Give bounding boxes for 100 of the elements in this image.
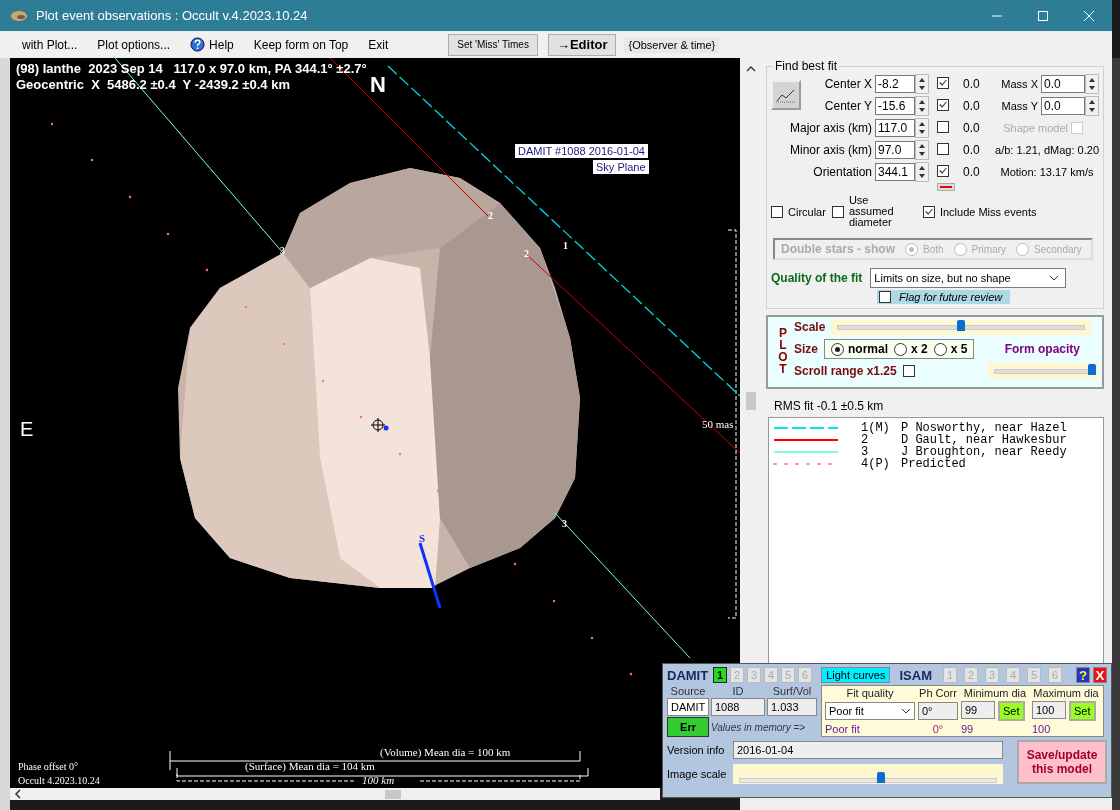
minimum-diameter-field[interactable]: 99 [961, 701, 995, 719]
up-down-arrows-icon[interactable] [915, 118, 929, 138]
number-field[interactable]: -8.2 [875, 75, 915, 93]
checkbox[interactable] [937, 164, 949, 177]
orientation-marker [937, 183, 955, 191]
chart-icon-button[interactable] [771, 80, 801, 110]
option-label: normal [848, 342, 889, 356]
radio-button[interactable] [905, 242, 919, 256]
offset-value: 0.0 [963, 143, 981, 157]
light-curves-button[interactable]: Light curves [821, 667, 891, 683]
volume-diameter: (Volume) Mean dia = 100 km [380, 746, 511, 758]
scroll-range-label: Scroll range x1.25 [794, 364, 897, 378]
save-model-button[interactable]: Save/update this model [1017, 740, 1107, 784]
version-field[interactable]: 2016-01-04 [733, 740, 1003, 759]
radio-button[interactable] [894, 342, 908, 356]
menu-item[interactable]: with Plot... [12, 37, 88, 52]
radio-button[interactable] [953, 242, 967, 256]
parameter-label: Minor axis (km) [789, 143, 873, 157]
form-opacity-label: Form opacity [1004, 342, 1081, 356]
err-button[interactable]: Err [667, 717, 709, 737]
checkbox[interactable] [902, 365, 915, 377]
menu-item[interactable]: Keep form on Top [243, 37, 359, 52]
id-field[interactable]: 1088 [711, 698, 765, 716]
slider-thumb[interactable] [1088, 364, 1096, 375]
number-field[interactable]: 97.0 [875, 141, 915, 159]
radio-button[interactable] [831, 342, 844, 356]
checkbox[interactable] [937, 142, 949, 155]
image-scale-label: Image scale [667, 767, 728, 780]
offset-value: 0.0 [963, 77, 981, 91]
up-down-arrows-icon[interactable] [1085, 96, 1099, 116]
scale-slider[interactable] [831, 319, 1092, 335]
source-field[interactable]: DAMIT [667, 698, 709, 716]
maximum-diameter-field[interactable]: 100 [1032, 701, 1066, 719]
parameter-label: Orientation [812, 165, 873, 179]
option-label: x 2 [911, 342, 928, 356]
close-button[interactable]: X [1093, 667, 1107, 683]
motion-label: Motion: 13.17 km/s [1000, 166, 1094, 178]
observer-name: Predicted [901, 457, 966, 471]
scroll-thumb[interactable] [385, 789, 401, 799]
chevron-down-icon [901, 708, 911, 714]
number-field[interactable]: 344.1 [875, 163, 915, 181]
set-miss-times-button[interactable]: Set 'Miss' Times [448, 33, 538, 56]
scroll-thumb[interactable] [746, 392, 756, 410]
chord-label: 2 [488, 210, 493, 221]
set-button[interactable]: Set [1069, 701, 1096, 721]
column-label: Fit quality [845, 687, 895, 699]
double-stars-label: Double stars - show [781, 242, 896, 256]
checkbox[interactable] [937, 98, 949, 111]
set-button[interactable]: Set [998, 701, 1025, 721]
column-label: Source [669, 685, 707, 697]
fit-quality-dropdown[interactable]: Poor fit [825, 702, 915, 720]
isam-label: ISAM [899, 667, 932, 683]
up-down-arrows-icon[interactable] [915, 74, 929, 94]
mass-label: Mass Y [1001, 100, 1038, 112]
image-scale-slider[interactable] [733, 763, 1003, 784]
column-label: Ph Corr [918, 687, 958, 699]
menu-item[interactable]: Plot options... [87, 37, 181, 52]
checkbox[interactable] [937, 120, 949, 133]
number-field[interactable]: -15.6 [875, 97, 915, 115]
option-label: Secondary [1034, 243, 1082, 255]
rms-fit-label: RMS fit -0.1 ±0.5 km [774, 399, 885, 413]
up-down-arrows-icon[interactable] [915, 96, 929, 116]
south-pole-line [418, 542, 442, 609]
checkbox[interactable] [879, 291, 891, 303]
up-down-arrows-icon[interactable] [1085, 74, 1099, 94]
editor-button[interactable]: →Editor [547, 33, 617, 56]
checkbox[interactable] [771, 205, 783, 218]
help-menu[interactable]: Help [180, 37, 244, 52]
radio-button[interactable] [933, 342, 947, 356]
shape-model-label: Shape model [1003, 122, 1068, 134]
chevron-up-icon[interactable] [746, 66, 756, 72]
number-field[interactable]: 0.0 [1041, 97, 1085, 115]
checkbox[interactable] [831, 205, 844, 218]
quality-dropdown[interactable]: Limits on size, but no shape [870, 268, 1067, 288]
number-field[interactable]: 0.0 [1041, 75, 1085, 93]
menu-item[interactable]: Exit [358, 37, 399, 52]
version-label: Occult 4.2023.10.24 [18, 775, 100, 786]
model-number-button[interactable]: 1 [713, 667, 728, 683]
up-down-arrows-icon[interactable] [915, 140, 929, 160]
up-down-arrows-icon[interactable] [915, 162, 929, 182]
size-label: Size [794, 342, 818, 356]
scale-label: 50 mas [702, 418, 734, 430]
option-label: Primary [971, 243, 1007, 255]
parameter-label: Center Y [823, 99, 873, 113]
help-button[interactable]: ? [1076, 667, 1090, 683]
surf-vol-field[interactable]: 1.033 [767, 698, 817, 716]
checkbox[interactable] [922, 205, 935, 218]
number-field[interactable]: 117.0 [875, 119, 915, 137]
slider-thumb[interactable] [876, 771, 885, 783]
offset-value: 0.0 [963, 121, 981, 135]
chord-label: 2 [524, 248, 529, 259]
horizontal-scrollbar[interactable] [10, 788, 660, 800]
scale-bar-label: 100 km [362, 774, 395, 786]
checkbox[interactable] [937, 76, 949, 89]
slider-thumb[interactable] [957, 320, 966, 331]
phase-correction-field[interactable]: 0° [918, 702, 958, 720]
radio-button[interactable] [1016, 242, 1030, 256]
chevron-left-icon[interactable] [14, 789, 22, 799]
option-label: Circular [788, 205, 826, 218]
opacity-slider[interactable] [988, 363, 1098, 379]
